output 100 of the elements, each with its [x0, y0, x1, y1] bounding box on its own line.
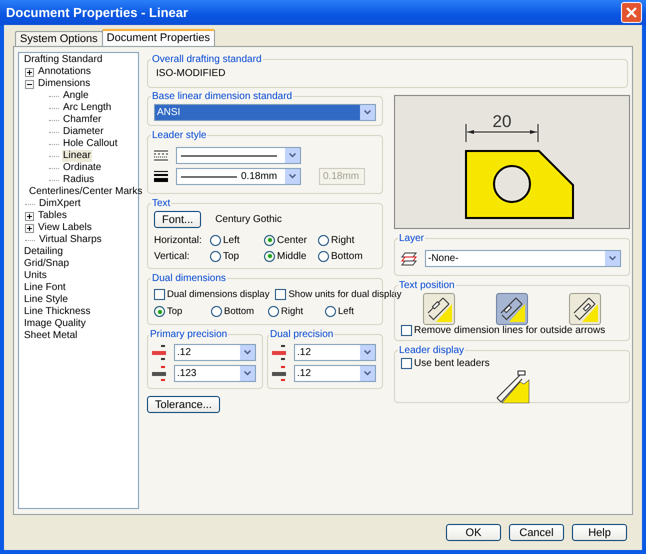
radio-button[interactable]: Left	[325, 306, 376, 317]
tree-item[interactable]: Dimensions	[37, 78, 92, 90]
caret-icon	[609, 256, 616, 261]
line-thickness-icon	[154, 170, 168, 182]
tree-item[interactable]: Diameter	[62, 126, 105, 138]
expander-icon[interactable]	[25, 68, 34, 76]
radio-button[interactable]: Bottom	[211, 306, 262, 317]
tree-item[interactable]: Linear	[62, 150, 92, 162]
font-name: Century Gothic	[215, 214, 282, 225]
checkbox[interactable]: Remove dimension lines for outside arrows	[401, 325, 623, 336]
expander-icon[interactable]	[25, 224, 34, 232]
radio-button[interactable]: Right	[318, 234, 372, 246]
text-position-button[interactable]	[496, 293, 528, 325]
radio-indicator[interactable]	[210, 234, 221, 246]
caret-icon	[244, 371, 251, 376]
checkbox[interactable]: Show units for dual display	[275, 289, 402, 300]
precision-dropdown[interactable]: .12	[294, 365, 376, 382]
dialog-button[interactable]: Help	[572, 524, 627, 541]
caret-icon	[244, 350, 251, 355]
radio-button[interactable]: Top	[154, 306, 205, 317]
radio-button[interactable]: Right	[268, 306, 319, 317]
tree-item[interactable]: Grid/Snap	[23, 258, 70, 270]
group-title: Layer	[398, 233, 426, 244]
radio-button[interactable]: Center	[264, 234, 318, 246]
precision-icon	[272, 344, 288, 360]
tree-item[interactable]: View Labels	[37, 222, 93, 234]
tree-item[interactable]: Centerlines/Center Marks	[28, 186, 144, 198]
alignment-label: Vertical:	[154, 250, 191, 262]
tree-item[interactable]: DimXpert	[38, 198, 82, 210]
precision-dropdown[interactable]: .123	[174, 365, 256, 382]
tree-item[interactable]: Tables	[37, 210, 68, 222]
tree-item[interactable]: Chamfer	[62, 114, 102, 126]
tree-item[interactable]: Annotations	[37, 66, 92, 78]
radio-button[interactable]: Bottom	[318, 250, 372, 262]
line-style-icon	[154, 150, 168, 162]
tree-item[interactable]: Line Font	[23, 282, 67, 294]
radio-indicator[interactable]	[325, 306, 336, 317]
tree-item[interactable]: Angle	[62, 90, 90, 102]
tree-item[interactable]: Image Quality	[23, 318, 87, 330]
radio-indicator[interactable]	[264, 250, 275, 262]
radio-indicator[interactable]	[154, 306, 165, 317]
group-title: Overall drafting standard	[151, 54, 263, 65]
tree-item[interactable]: Sheet Metal	[23, 330, 78, 342]
radio-indicator[interactable]	[318, 250, 329, 262]
tolerance-button[interactable]: Tolerance...	[147, 396, 220, 413]
line-sample-icon	[179, 154, 279, 158]
close-button[interactable]	[621, 2, 642, 23]
radio-indicator[interactable]	[264, 234, 275, 246]
radio-indicator[interactable]	[318, 234, 329, 246]
expander-icon[interactable]	[25, 80, 34, 88]
group-title: Leader display	[398, 345, 466, 356]
tree-item[interactable]: Units	[23, 270, 48, 282]
caret-icon	[364, 371, 371, 376]
group-title: Dual precision	[269, 329, 334, 340]
group-title: Dual dimensions	[151, 273, 227, 284]
tree-item[interactable]: Radius	[62, 174, 96, 186]
radio-indicator[interactable]	[268, 306, 279, 317]
line-thickness-dropdown[interactable]: 0.18mm	[176, 168, 301, 185]
dialog-button[interactable]: Cancel	[509, 524, 564, 541]
tab[interactable]: System Options	[15, 31, 103, 46]
checkbox[interactable]: Dual dimensions display	[154, 289, 270, 300]
tree-item[interactable]: Drafting Standard	[23, 54, 104, 66]
tree-item[interactable]: Ordinate	[62, 162, 102, 174]
tree-item[interactable]: Arc Length	[62, 102, 112, 114]
precision-icon	[152, 344, 168, 360]
precision-icon	[152, 366, 168, 382]
window-title: Document Properties - Linear	[6, 5, 188, 20]
standard-dropdown[interactable]: ANSI	[154, 104, 376, 121]
line-style-dropdown[interactable]	[176, 147, 301, 164]
layers-icon	[401, 252, 417, 266]
tree-item[interactable]: Virtual Sharps	[38, 234, 103, 246]
radio-button[interactable]: Left	[210, 234, 264, 246]
tree-item[interactable]: Detailing	[23, 246, 64, 258]
tree-item[interactable]: Hole Callout	[62, 138, 118, 150]
leader-drawing	[496, 370, 530, 404]
group-title: Primary precision	[149, 329, 228, 340]
dialog-button[interactable]: OK	[446, 524, 501, 541]
text-position-button[interactable]	[423, 293, 456, 325]
expander-icon[interactable]	[25, 212, 34, 220]
radio-button[interactable]: Middle	[264, 250, 318, 262]
precision-dropdown[interactable]: .12	[294, 344, 376, 361]
tree-item[interactable]: Line Thickness	[23, 306, 92, 318]
caret-icon	[364, 350, 371, 355]
standard-value: ISO-MODIFIED	[155, 67, 226, 81]
close-icon	[626, 7, 637, 18]
caret-icon	[364, 110, 371, 115]
precision-icon	[272, 366, 288, 382]
alignment-label: Horizontal:	[154, 234, 203, 246]
precision-dropdown[interactable]: .12	[174, 344, 256, 361]
radio-indicator[interactable]	[210, 250, 221, 262]
layer-dropdown[interactable]: -None-	[425, 250, 621, 267]
font-button[interactable]: Font...	[154, 211, 202, 228]
radio-indicator[interactable]	[211, 306, 222, 317]
checkbox[interactable]: Use bent leaders	[401, 358, 623, 369]
caret-icon	[289, 174, 296, 179]
radio-button[interactable]: Top	[210, 250, 264, 262]
tab[interactable]: Document Properties	[102, 29, 215, 46]
caret-icon	[289, 153, 296, 158]
tree-item[interactable]: Line Style	[23, 294, 69, 306]
text-position-button[interactable]	[568, 293, 601, 325]
